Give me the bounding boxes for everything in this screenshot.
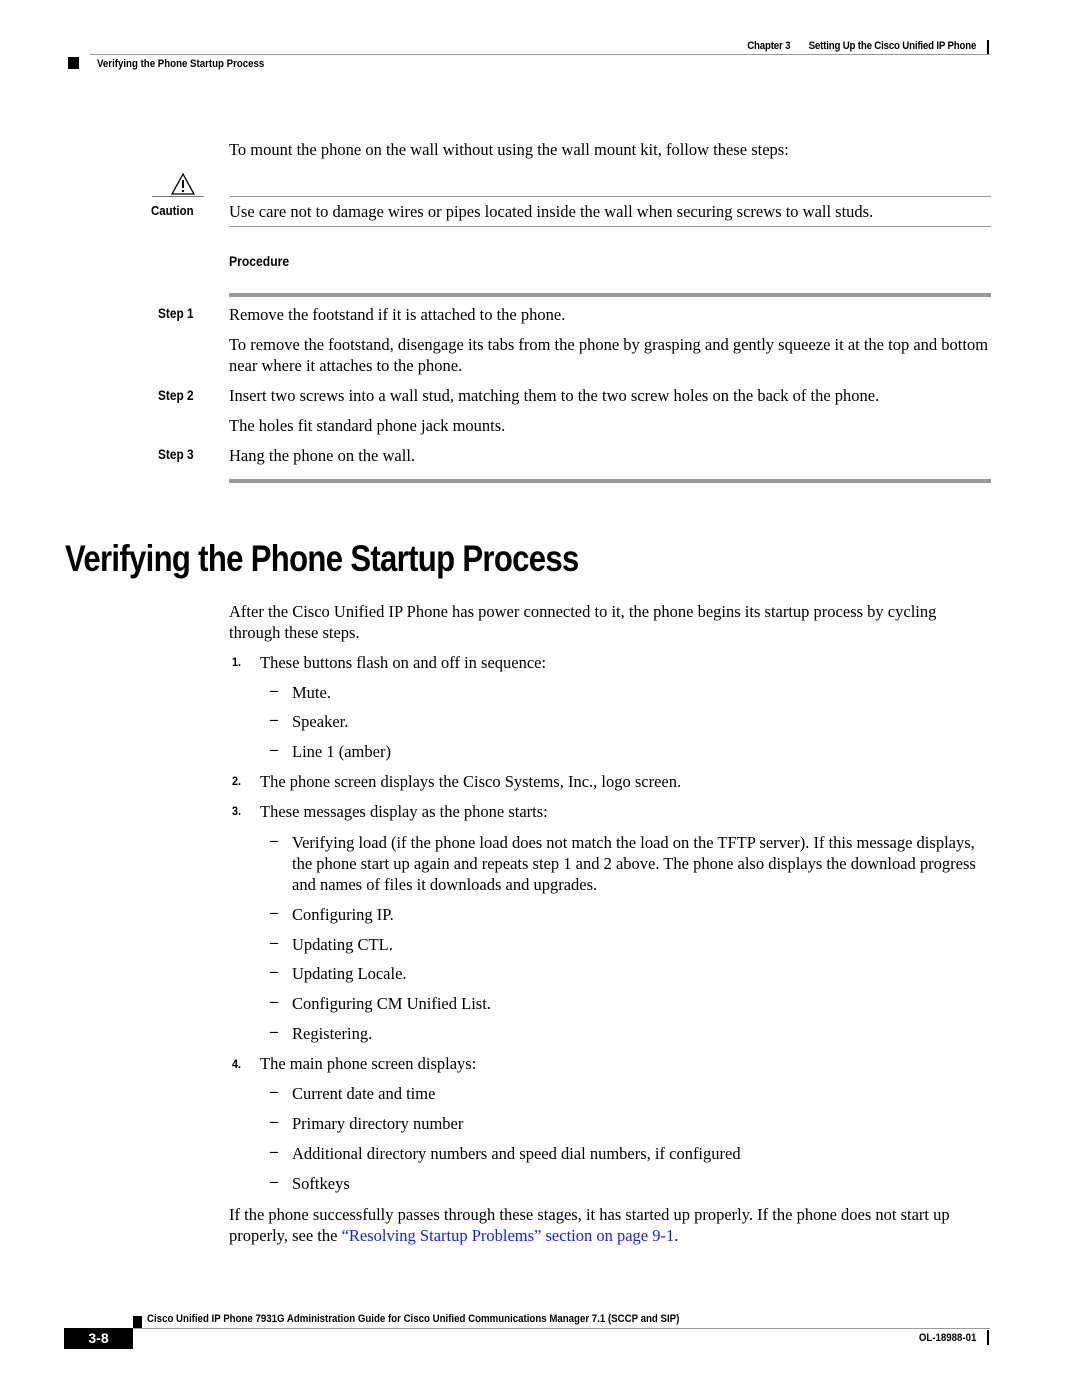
list-number: 1. [232,655,242,669]
sub-list-item: Line 1 (amber) [292,742,391,761]
sub-list-item: Updating Locale. [292,964,407,983]
step-detail: The holes fit standard phone jack mounts… [229,416,506,435]
dash-bullet: – [270,741,278,758]
intro-paragraph: To mount the phone on the wall without u… [229,140,789,159]
sub-list-item: Configuring CM Unified List. [292,994,491,1013]
list-item-text: These buttons flash on and off in sequen… [260,653,547,672]
footer-square-marker [133,1316,142,1328]
closing-paragraph: If the phone successfully passes through… [229,1204,991,1246]
footer-bar-marker [987,1330,989,1345]
header-rule [90,54,990,55]
step-text: Hang the phone on the wall. [229,446,416,465]
sub-list-item: Speaker. [292,712,349,731]
sub-list-item: Primary directory number [292,1114,464,1133]
sub-list-item: Softkeys [292,1174,350,1193]
dash-bullet: – [270,1143,278,1160]
list-item-text: The main phone screen displays: [260,1054,477,1073]
section-intro: After the Cisco Unified IP Phone has pow… [229,602,937,642]
section-title: Verifying the Phone Startup Process [65,538,579,579]
list-number: 4. [232,1057,242,1071]
step-label: Step 3 [158,447,194,462]
sub-list-item: Current date and time [292,1084,436,1103]
dash-bullet: – [270,963,278,980]
caution-text: Use care not to damage wires or pipes lo… [229,202,874,221]
step-text: Remove the footstand if it is attached t… [229,305,566,324]
procedure-rule-bottom [229,479,991,483]
dash-bullet: – [270,1173,278,1190]
caution-icon-rule [152,196,204,197]
step-label: Step 2 [158,388,194,403]
list-item-text: These messages display as the phone star… [260,802,548,821]
list-number: 2. [232,774,242,788]
step-detail: To remove the footstand, disengage its t… [229,335,989,375]
caution-label: Caution [151,203,194,218]
footer-book-title: Cisco Unified IP Phone 7931G Administrat… [147,1313,680,1325]
running-header-chapter: Chapter 3 Setting Up the Cisco Unified I… [747,40,976,52]
dash-bullet: – [270,1113,278,1130]
dash-bullet: – [270,1023,278,1040]
list-item-text: The phone screen displays the Cisco Syst… [260,772,682,791]
footer-rule [133,1328,990,1329]
chapter-title: Setting Up the Cisco Unified IP Phone [808,40,976,52]
sub-list-item: Registering. [292,1024,373,1043]
procedure-heading: Procedure [229,254,290,269]
sub-list-item: Configuring IP. [292,905,394,924]
running-header-section: Verifying the Phone Startup Process [97,58,265,70]
sub-list-item: Verifying load (if the phone load does n… [292,833,976,894]
resolving-startup-problems-link[interactable]: “Resolving Startup Problems” section on … [342,1226,675,1245]
step-text: Insert two screws into a wall stud, matc… [229,386,880,405]
dash-bullet: – [270,993,278,1010]
dash-bullet: – [270,832,278,849]
caution-rule-bottom [229,226,991,227]
dash-bullet: – [270,934,278,951]
sub-list-item: Mute. [292,683,331,702]
document-number: OL-18988-01 [918,1332,976,1344]
step-label: Step 1 [158,306,194,321]
sub-list-item: Additional directory numbers and speed d… [292,1144,741,1163]
dash-bullet: – [270,1083,278,1100]
caution-rule-top [229,196,991,197]
dash-bullet: – [270,682,278,699]
header-bar-marker [987,40,989,55]
dash-bullet: – [270,904,278,921]
warning-triangle-icon [171,173,195,195]
list-number: 3. [232,804,242,818]
page-number: 3-8 [64,1328,133,1349]
closing-period: . [674,1226,679,1245]
header-square-marker [68,57,79,69]
procedure-rule-top [229,293,991,297]
dash-bullet: – [270,711,278,728]
chapter-number: Chapter 3 [747,40,791,52]
sub-list-item: Updating CTL. [292,935,393,954]
